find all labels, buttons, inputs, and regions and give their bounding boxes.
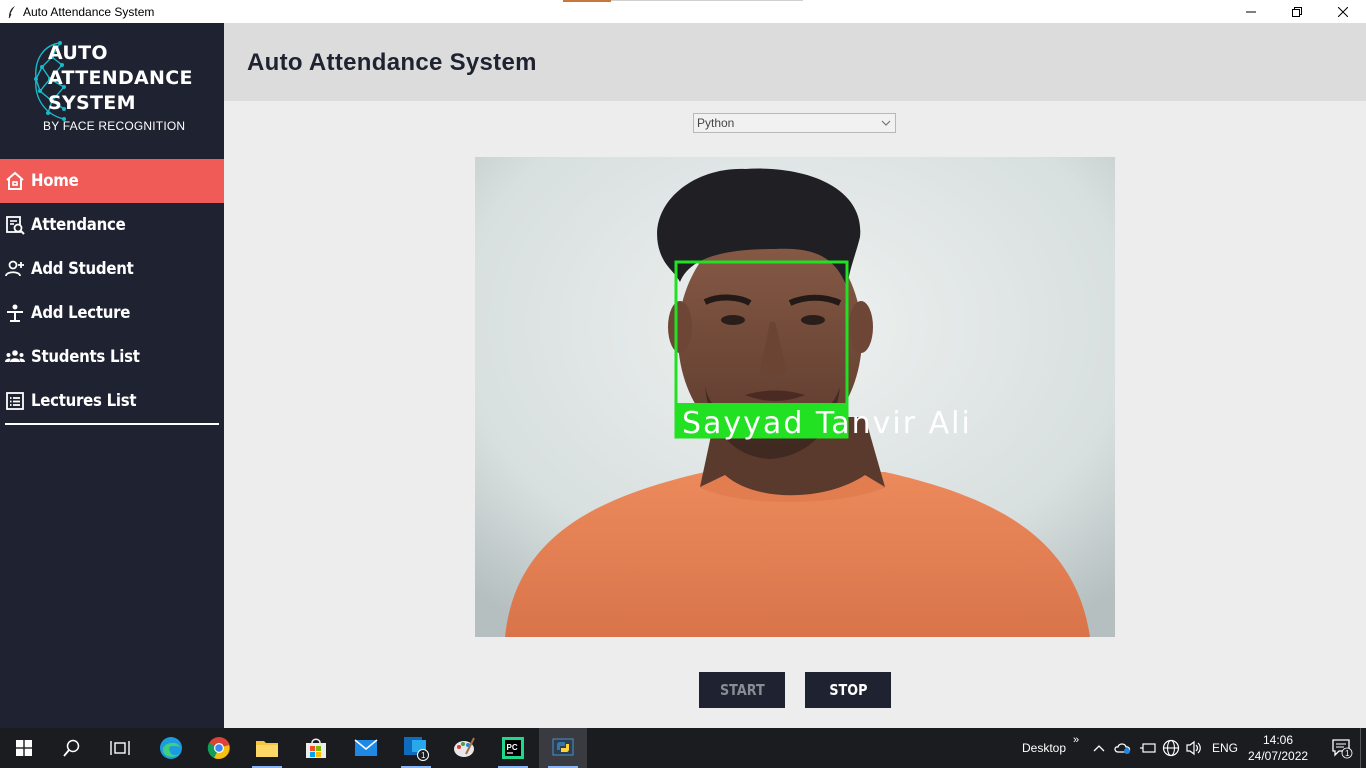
sidebar-item-attendance[interactable]: Attendance: [0, 203, 224, 247]
sidebar-item-add-student[interactable]: Add Student: [0, 247, 224, 291]
sidebar-item-label: Attendance: [31, 215, 126, 235]
camera-feed: Sayyad Tanvir Ali: [475, 157, 1115, 637]
logo-subtitle: BY FACE RECOGNITION: [43, 119, 186, 133]
show-hidden-icons-button[interactable]: [1090, 728, 1108, 768]
volume-tray[interactable]: [1183, 728, 1205, 768]
language-indicator[interactable]: ENG: [1212, 728, 1238, 768]
speaker-icon: [1186, 740, 1201, 756]
paint-palette-icon: [454, 737, 475, 757]
logo-line-2: ATTENDANCE: [48, 67, 193, 89]
edge-browser-icon: [160, 737, 182, 759]
window-controls: [1228, 0, 1366, 23]
camera-frame-image: Sayyad Tanvir Ali: [475, 157, 1115, 637]
page-header: Auto Attendance System: [224, 23, 1366, 101]
sidebar-nav: Home Attendance Add Student Add Lecture …: [0, 159, 224, 423]
stop-button-label: STOP: [828, 681, 868, 699]
taskbar-chrome[interactable]: [195, 728, 243, 768]
page-title: Auto Attendance System: [247, 49, 537, 76]
logo-line-3: SYSTEM: [48, 92, 136, 114]
add-user-icon: [4, 258, 26, 280]
logo-text: AUTO ATTENDANCE SYSTEM: [48, 41, 193, 116]
titlebar-accent-line: [611, 0, 803, 1]
home-icon: [4, 170, 26, 192]
action-center-button[interactable]: 1: [1318, 728, 1366, 768]
minimize-button[interactable]: [1228, 0, 1274, 23]
outlook-icon: 1: [404, 737, 429, 761]
titlebar-accent: [563, 0, 611, 2]
python-icon: [552, 738, 574, 756]
window-titlebar: Auto Attendance System: [0, 0, 1366, 23]
logo-line-1: AUTO: [48, 42, 108, 64]
task-view-icon: [110, 741, 130, 755]
pycharm-icon: PC: [502, 737, 524, 759]
network-tray[interactable]: [1160, 728, 1182, 768]
close-button[interactable]: [1320, 0, 1366, 23]
clock-time: 14:06: [1262, 733, 1294, 747]
globe-network-icon: [1162, 739, 1180, 757]
minimize-icon: [1246, 11, 1256, 12]
chevron-double-right-icon[interactable]: »: [1073, 720, 1079, 760]
sidebar-divider: [5, 423, 219, 425]
power-plug-icon: [1140, 743, 1156, 753]
sidebar-item-label: Add Lecture: [31, 303, 131, 323]
battery-tray[interactable]: [1137, 728, 1159, 768]
taskbar-pycharm[interactable]: PC: [489, 728, 537, 768]
attendance-search-icon: [4, 214, 26, 236]
store-icon: [306, 738, 326, 758]
onedrive-tray[interactable]: [1112, 728, 1134, 768]
taskbar-store[interactable]: [292, 728, 340, 768]
list-icon: [4, 390, 26, 412]
sidebar-item-lectures-list[interactable]: Lectures List: [0, 379, 224, 423]
lecturer-desk-icon: [4, 302, 26, 324]
start-menu-button[interactable]: [0, 728, 48, 768]
sidebar-item-label: Add Student: [31, 259, 134, 279]
notification-badge-count: 1: [1345, 749, 1350, 758]
cloud-sync-icon: [1114, 743, 1131, 754]
restore-icon: [1292, 6, 1302, 17]
mail-icon: [354, 739, 378, 756]
taskbar-clock[interactable]: 14:06 24/07/2022: [1248, 732, 1308, 764]
chrome-icon: [207, 737, 230, 759]
window-title: Auto Attendance System: [23, 4, 155, 19]
sidebar-item-students-list[interactable]: Students List: [0, 335, 224, 379]
chevron-up-icon: [1093, 745, 1105, 752]
sidebar-item-label: Home: [31, 171, 79, 191]
sidebar-item-label: Lectures List: [31, 391, 137, 411]
windows-icon: [16, 740, 32, 756]
sidebar-item-add-lecture[interactable]: Add Lecture: [0, 291, 224, 335]
taskbar-outlook[interactable]: 1: [392, 728, 440, 768]
svg-text:PC: PC: [507, 743, 518, 752]
sidebar-item-label: Students List: [31, 347, 140, 367]
start-button[interactable]: START: [699, 672, 785, 708]
folder-icon: [256, 741, 278, 757]
task-view-button[interactable]: [96, 728, 144, 768]
detected-name-label: Sayyad Tanvir Ali: [682, 406, 972, 441]
sidebar-item-home[interactable]: Home: [0, 159, 224, 203]
feather-icon: [5, 5, 19, 19]
sidebar: AUTO ATTENDANCE SYSTEM BY FACE RECOGNITI…: [0, 23, 224, 728]
subject-select[interactable]: Python: [693, 113, 896, 133]
start-button-label: START: [719, 681, 765, 699]
clock-date: 24/07/2022: [1248, 749, 1309, 763]
restore-button[interactable]: [1274, 0, 1320, 23]
mail-badge-count: 1: [421, 751, 426, 760]
taskbar: 1 PC Desktop » ENG 14:06 24/07/2022 1: [0, 728, 1366, 768]
show-desktop-divider[interactable]: [1360, 728, 1361, 768]
search-icon: [63, 739, 80, 757]
notification-icon: 1: [1332, 739, 1353, 759]
desktop-toolbar-label[interactable]: Desktop: [1022, 728, 1066, 768]
group-icon: [4, 346, 26, 368]
taskbar-python[interactable]: [539, 728, 587, 768]
close-icon: [1338, 6, 1348, 17]
taskbar-mail[interactable]: [342, 728, 390, 768]
chevron-down-icon: [877, 114, 895, 132]
taskbar-edge[interactable]: [147, 728, 195, 768]
stop-button[interactable]: STOP: [805, 672, 891, 708]
taskbar-file-explorer[interactable]: [243, 728, 291, 768]
subject-select-value: Python: [697, 116, 735, 130]
taskbar-search-button[interactable]: [48, 728, 96, 768]
taskbar-paint[interactable]: [440, 728, 488, 768]
